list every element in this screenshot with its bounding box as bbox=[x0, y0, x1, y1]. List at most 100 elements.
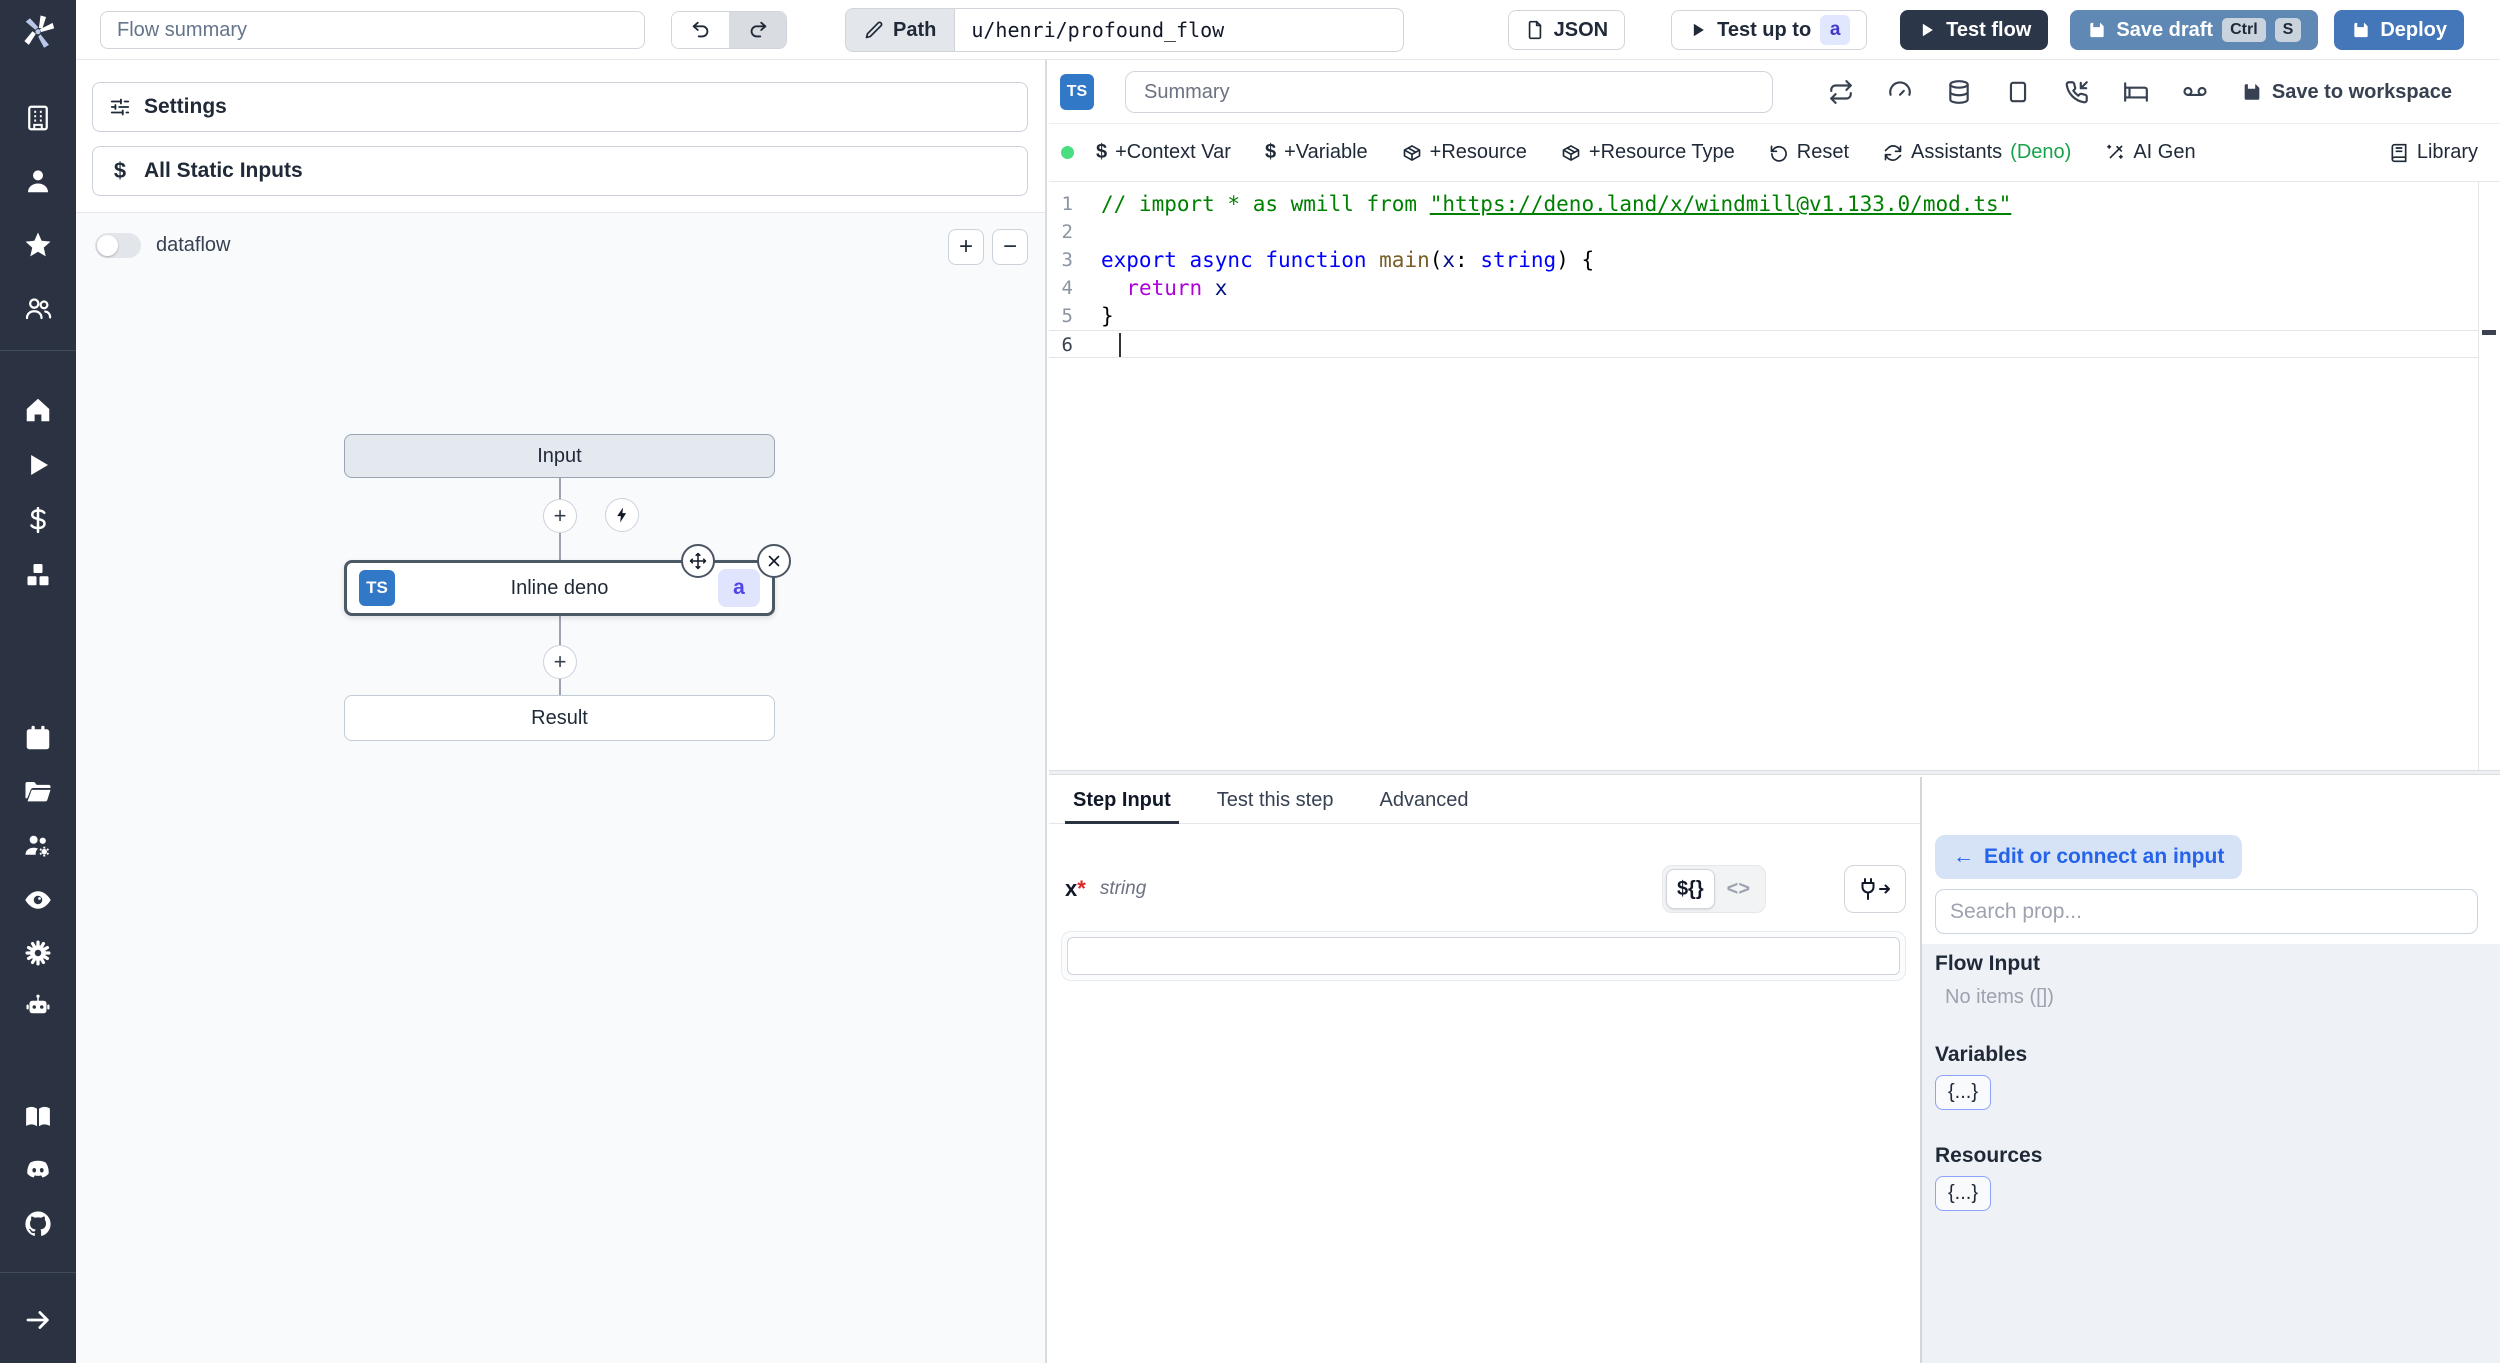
editor-scrollbar[interactable] bbox=[2478, 182, 2500, 770]
file-json-icon bbox=[1528, 20, 1541, 40]
trigger-bolt-button[interactable] bbox=[605, 498, 639, 532]
field-input-wrapper bbox=[1061, 931, 1906, 981]
dataflow-toggle[interactable] bbox=[95, 233, 141, 258]
ai-robot-icon[interactable] bbox=[23, 992, 53, 1022]
variables-object-chip[interactable]: {...} bbox=[1935, 1075, 1992, 1110]
flow-result-node[interactable]: Result bbox=[344, 695, 775, 741]
edit-or-connect-button[interactable]: ← Edit or connect an input bbox=[1935, 835, 2243, 879]
path-edit-button[interactable]: Path bbox=[845, 8, 955, 52]
lifetime-voicemail-icon[interactable] bbox=[2182, 79, 2208, 105]
user-icon[interactable] bbox=[23, 166, 53, 196]
settings-gear-icon[interactable] bbox=[23, 938, 53, 968]
retries-icon[interactable] bbox=[1828, 79, 1854, 105]
windmill-logo-icon[interactable] bbox=[16, 10, 60, 54]
docs-book-icon[interactable] bbox=[23, 1102, 53, 1132]
settings-button[interactable]: Settings bbox=[92, 82, 1028, 132]
add-resource-type-button[interactable]: +Resource Type bbox=[1561, 141, 1735, 164]
sleep-bed-icon[interactable] bbox=[2123, 79, 2149, 105]
variables-dollar-icon[interactable] bbox=[23, 505, 53, 535]
prop-search-input[interactable] bbox=[1935, 889, 2478, 934]
save-draft-button[interactable]: Save draft Ctrl S bbox=[2070, 10, 2319, 50]
mock-square-icon[interactable] bbox=[2005, 79, 2031, 105]
flow-input-heading: Flow Input bbox=[1935, 952, 2040, 975]
schedules-calendar-icon[interactable] bbox=[23, 723, 53, 753]
add-variable-button[interactable]: $ +Variable bbox=[1265, 141, 1368, 164]
early-stop-gauge-icon[interactable] bbox=[1887, 79, 1913, 105]
json-label: JSON bbox=[1553, 18, 1609, 41]
step-summary-row: TS Save to workspace bbox=[1049, 60, 2500, 124]
lsp-status-dot bbox=[1061, 146, 1074, 159]
redo-button[interactable] bbox=[729, 12, 786, 48]
save-draft-label: Save draft bbox=[2116, 18, 2214, 41]
reset-button[interactable]: Reset bbox=[1769, 141, 1849, 164]
favorites-star-icon[interactable] bbox=[23, 230, 53, 260]
flow-panel: Settings $ All Static Inputs dataflow + … bbox=[76, 60, 1047, 1363]
insert-step-after-button[interactable]: + bbox=[543, 645, 577, 679]
templated-string-mode-button[interactable]: ${} bbox=[1665, 869, 1715, 909]
test-flow-button[interactable]: Test flow bbox=[1900, 10, 2049, 50]
save-icon bbox=[2090, 22, 2105, 38]
code-line-current: 6 bbox=[1049, 330, 2500, 358]
flow-summary-input[interactable] bbox=[100, 11, 645, 49]
json-button[interactable]: JSON bbox=[1507, 10, 1626, 50]
cursor-overview-mark bbox=[2482, 330, 2496, 335]
typescript-badge: TS bbox=[359, 570, 395, 606]
test-up-to-button[interactable]: Test up to a bbox=[1671, 10, 1868, 50]
ai-gen-button[interactable]: AI Gen bbox=[2105, 141, 2196, 164]
audit-eye-icon[interactable] bbox=[23, 885, 53, 915]
assistants-button[interactable]: Assistants (Deno) bbox=[1883, 141, 2071, 164]
add-resource-button[interactable]: +Resource bbox=[1402, 141, 1527, 164]
folders-icon[interactable] bbox=[23, 777, 53, 807]
line-number: 1 bbox=[1061, 193, 1073, 215]
github-icon[interactable] bbox=[23, 1209, 53, 1239]
flow-input-empty: No items ([]) bbox=[1945, 986, 2054, 1008]
flow-canvas[interactable]: dataflow + − Input + TS Inline deno a + … bbox=[76, 213, 1045, 1363]
home-icon[interactable] bbox=[23, 395, 53, 425]
resources-object-chip[interactable]: {...} bbox=[1935, 1176, 1992, 1211]
all-static-inputs-button[interactable]: $ All Static Inputs bbox=[92, 146, 1028, 196]
cache-database-icon[interactable] bbox=[1946, 79, 1972, 105]
code-editor[interactable]: 1 // import * as wmill from "https://den… bbox=[1049, 182, 2500, 770]
tab-advanced[interactable]: Advanced bbox=[1379, 777, 1468, 823]
library-button[interactable]: Library bbox=[2389, 141, 2478, 164]
zoom-in-button[interactable]: + bbox=[948, 229, 984, 265]
path-input[interactable] bbox=[954, 8, 1405, 52]
workspace-building-icon[interactable] bbox=[23, 103, 53, 133]
undo-button[interactable] bbox=[672, 12, 729, 48]
add-context-var-button[interactable]: $ +Context Var bbox=[1096, 141, 1231, 164]
runs-play-icon[interactable] bbox=[23, 450, 53, 480]
code-line: 2 bbox=[1049, 218, 2500, 246]
connect-input-button[interactable] bbox=[1844, 865, 1906, 913]
line-number: 4 bbox=[1061, 277, 1073, 299]
delete-step-button[interactable] bbox=[757, 544, 791, 578]
horizontal-splitter[interactable] bbox=[1049, 770, 2500, 775]
settings-label: Settings bbox=[144, 95, 227, 118]
plug-arrow-icon bbox=[1861, 878, 1890, 900]
dollar-icon: $ bbox=[1096, 141, 1108, 163]
prop-sections: Flow Input No items ([]) Variables {...}… bbox=[1922, 944, 2500, 1363]
play-icon bbox=[1923, 23, 1934, 37]
resources-cubes-icon[interactable] bbox=[23, 560, 53, 590]
insert-step-button[interactable]: + bbox=[543, 499, 577, 533]
discord-icon[interactable] bbox=[23, 1155, 53, 1185]
step-summary-input[interactable] bbox=[1125, 71, 1773, 113]
tab-step-input[interactable]: Step Input bbox=[1065, 777, 1179, 824]
suspend-phone-icon[interactable] bbox=[2064, 79, 2090, 105]
workers-users-cog-icon[interactable] bbox=[23, 831, 53, 861]
save-to-workspace-button[interactable]: Save to workspace bbox=[2241, 81, 2452, 104]
flow-input-node[interactable]: Input bbox=[344, 434, 775, 478]
step-options-icons: Save to workspace bbox=[1828, 60, 2500, 124]
pencil-icon bbox=[865, 21, 883, 39]
zoom-out-button[interactable]: − bbox=[992, 229, 1028, 265]
code-mode-button[interactable]: <> bbox=[1715, 878, 1762, 901]
groups-icon[interactable] bbox=[23, 293, 53, 323]
collapse-arrow-right-icon[interactable] bbox=[23, 1305, 53, 1335]
dollar-icon: $ bbox=[113, 158, 127, 183]
kbd-s: S bbox=[2274, 18, 2302, 42]
field-x-input[interactable] bbox=[1067, 937, 1900, 975]
dollar-icon: $ bbox=[1264, 141, 1277, 163]
tab-test-this-step[interactable]: Test this step bbox=[1217, 777, 1334, 823]
deploy-button[interactable]: Deploy bbox=[2334, 10, 2464, 50]
step-input-panel: Step Input Test this step Advanced x * st… bbox=[1049, 777, 1920, 1363]
move-step-button[interactable] bbox=[681, 544, 715, 578]
